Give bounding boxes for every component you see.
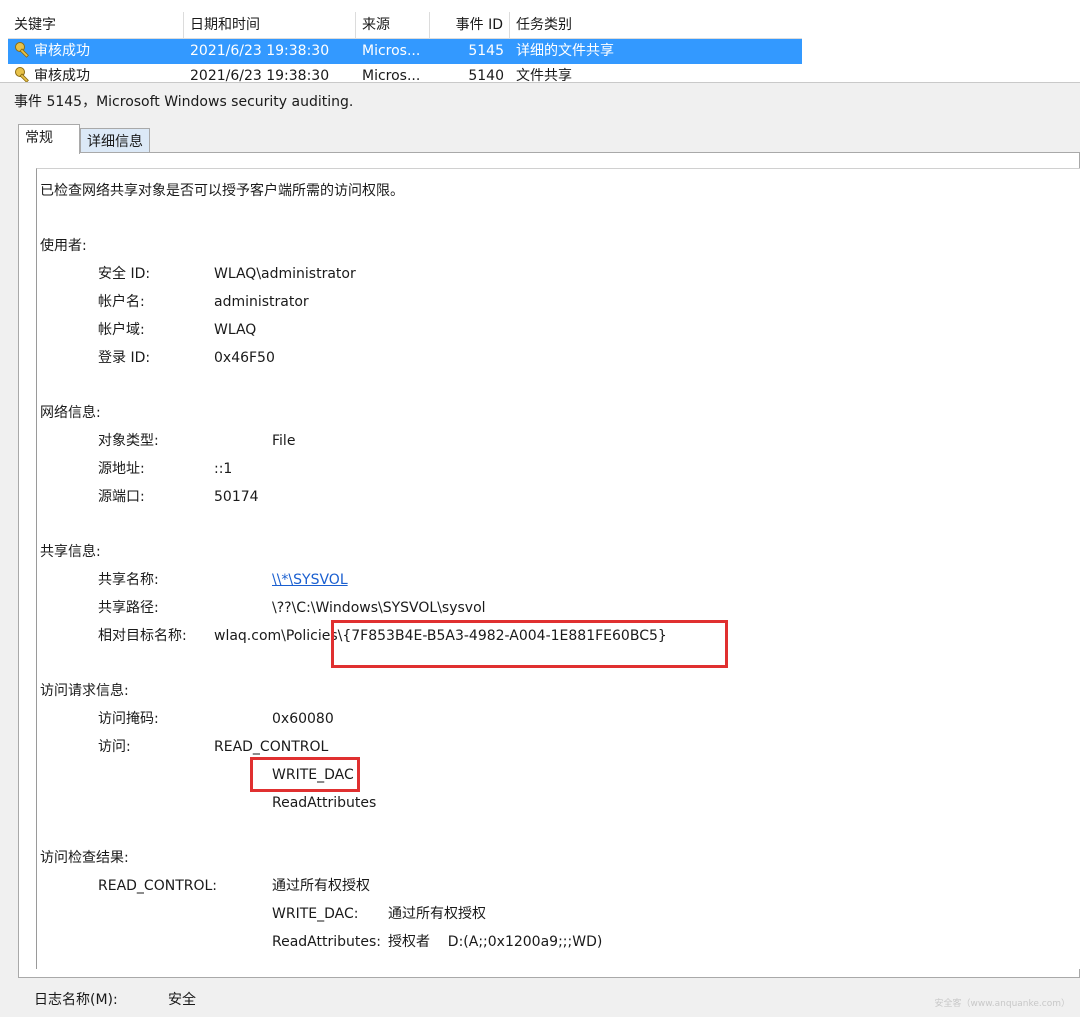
log-name-label: 日志名称(M): — [34, 992, 118, 1008]
field-value: WLAQ — [214, 322, 257, 338]
event-list: 关键字 日期和时间 来源 事件 ID 任务类别 审核成功 2021/6/23 1… — [0, 0, 1080, 83]
field-label: 帐户名: — [98, 294, 145, 310]
field-label: 共享名称: — [98, 572, 159, 588]
event-row[interactable]: 审核成功 2021/6/23 19:38:30 Micros... 5140 文… — [8, 64, 802, 82]
row-source: Micros... — [362, 43, 421, 59]
highlight-box-target-guid — [331, 620, 728, 668]
field-label: 安全 ID: — [98, 266, 151, 282]
field-label: 帐户域: — [98, 322, 145, 338]
audit-success-key-icon — [15, 67, 29, 82]
check-value: 通过所有权授权 — [272, 878, 370, 894]
row-event-id: 5140 — [468, 68, 504, 82]
column-header-category[interactable]: 任务类别 — [510, 12, 802, 38]
access-value: READ_CONTROL — [214, 739, 329, 755]
tab-general[interactable]: 常规 — [18, 124, 80, 154]
row-datetime: 2021/6/23 19:38:30 — [190, 43, 330, 59]
field-label: 登录 ID: — [98, 350, 151, 366]
section-heading-access-check: 访问检查结果: — [40, 850, 129, 866]
check-label: READ_CONTROL: — [98, 878, 218, 894]
field-label: 共享路径: — [98, 600, 159, 616]
log-name-value: 安全 — [168, 992, 196, 1008]
field-label: 对象类型: — [98, 433, 159, 449]
event-summary: 已检查网络共享对象是否可以授予客户端所需的访问权限。 — [40, 183, 404, 199]
field-value: 0x60080 — [272, 711, 334, 727]
watermark: 安全客（www.anquanke.com） — [934, 999, 1070, 1009]
event-row-selected[interactable]: 审核成功 2021/6/23 19:38:30 Micros... 5145 详… — [8, 39, 802, 64]
field-value: 0x46F50 — [214, 350, 275, 366]
event-detail-title: 事件 5145，Microsoft Windows security audit… — [14, 94, 354, 110]
audit-success-key-icon — [15, 42, 29, 58]
event-list-header: 关键字 日期和时间 来源 事件 ID 任务类别 — [8, 12, 802, 39]
section-heading-share: 共享信息: — [40, 544, 101, 560]
field-label: 访问: — [98, 739, 131, 755]
row-source: Micros... — [362, 68, 421, 82]
check-value: 通过所有权授权 — [388, 906, 486, 922]
field-label: 相对目标名称: — [98, 628, 187, 644]
column-header-keyword[interactable]: 关键字 — [8, 12, 184, 38]
field-value: \??\C:\Windows\SYSVOL\sysvol — [272, 600, 486, 616]
row-category: 详细的文件共享 — [516, 43, 614, 59]
column-header-datetime[interactable]: 日期和时间 — [184, 12, 356, 38]
event-description[interactable]: 已检查网络共享对象是否可以授予客户端所需的访问权限。 使用者: 安全 ID: W… — [36, 168, 1080, 969]
field-label: 访问掩码: — [98, 711, 159, 727]
field-value: ::1 — [214, 461, 233, 477]
access-value: ReadAttributes — [272, 795, 377, 811]
field-value: WLAQ\administrator — [214, 266, 356, 282]
row-datetime: 2021/6/23 19:38:30 — [190, 68, 330, 82]
row-event-id: 5145 — [468, 43, 504, 59]
section-heading-network: 网络信息: — [40, 405, 101, 421]
share-name-link[interactable]: \\*\SYSVOL — [272, 570, 348, 590]
field-value: 50174 — [214, 489, 259, 505]
column-header-event-id[interactable]: 事件 ID — [430, 12, 510, 38]
field-value: administrator — [214, 294, 309, 310]
row-keyword: 审核成功 — [34, 43, 90, 59]
field-label: 源地址: — [98, 461, 145, 477]
tab-details[interactable]: 详细信息 — [80, 128, 150, 154]
check-label: WRITE_DAC: — [272, 906, 359, 922]
check-label: ReadAttributes: — [272, 934, 382, 950]
section-heading-access-request: 访问请求信息: — [40, 683, 129, 699]
column-header-source[interactable]: 来源 — [356, 12, 430, 38]
field-value: File — [272, 433, 296, 449]
check-value: 授权者 D:(A;;0x1200a9;;;WD) — [388, 934, 603, 950]
highlight-box-write-dac — [250, 757, 360, 792]
row-category: 文件共享 — [516, 68, 572, 82]
row-keyword: 审核成功 — [34, 68, 90, 82]
field-label: 源端口: — [98, 489, 145, 505]
section-heading-subject: 使用者: — [40, 238, 87, 254]
